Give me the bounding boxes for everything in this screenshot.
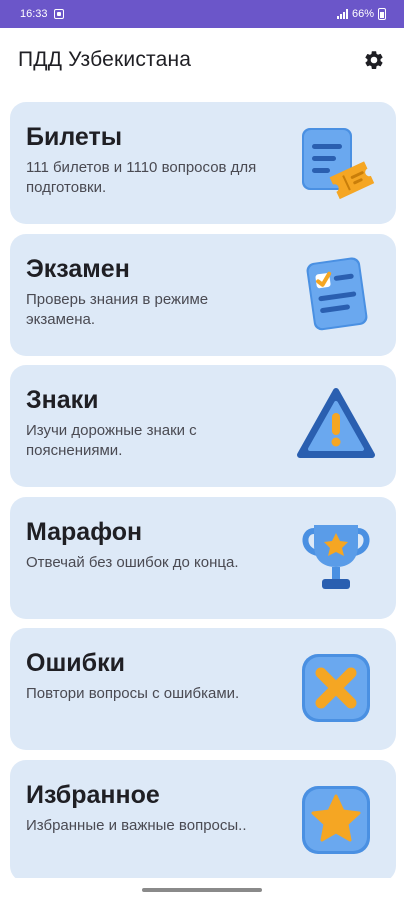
card-description: 111 билетов и 1110 вопросов для подготов… [26, 159, 257, 196]
card-signs[interactable]: Знаки Изучи дорожные знаки с пояснениями… [10, 365, 396, 487]
card-description: Избранные и важные вопросы.. [26, 816, 247, 834]
card-description: Отвечай без ошибок до конца. [26, 553, 239, 571]
card-description: Изучи дорожные знаки с пояснениями. [26, 422, 197, 459]
card-marathon[interactable]: Марафон Отвечай без ошибок до конца. [10, 496, 396, 619]
trophy-icon [302, 524, 370, 589]
status-bar: 16:33 66% [0, 0, 404, 28]
card-tickets[interactable]: Билеты 111 билетов и 1110 вопросов для п… [10, 102, 396, 224]
app-bar: ПДД Узбекистана [0, 28, 404, 92]
cross-icon [302, 654, 370, 722]
warning-sign-icon [297, 388, 375, 458]
status-time: 16:33 [20, 8, 48, 20]
checklist-icon [306, 256, 368, 330]
card-description: Повтори вопросы с ошибками. [26, 685, 240, 702]
home-gesture-handle[interactable] [142, 888, 262, 892]
status-right: 66% [336, 8, 386, 20]
app-title: ПДД Узбекистана [18, 48, 192, 71]
menu-cards: Билеты 111 билетов и 1110 вопросов для п… [10, 102, 396, 891]
battery-percent: 66% [351, 8, 374, 20]
card-favorites[interactable]: Избранное Избранные и важные вопросы.. [10, 759, 396, 882]
signal-icon [336, 9, 348, 19]
battery-icon [378, 8, 386, 20]
card-description: Проверь знания в режиме экзамена. [26, 290, 209, 328]
gear-icon[interactable] [362, 48, 386, 72]
star-icon [302, 785, 370, 854]
card-exam[interactable]: Экзамен Проверь знания в режиме экзамена… [10, 233, 396, 356]
ticket-icon [302, 128, 375, 200]
card-mistakes[interactable]: Ошибки Повтори вопросы с ошибками. [10, 628, 396, 750]
notification-icon [53, 9, 64, 19]
